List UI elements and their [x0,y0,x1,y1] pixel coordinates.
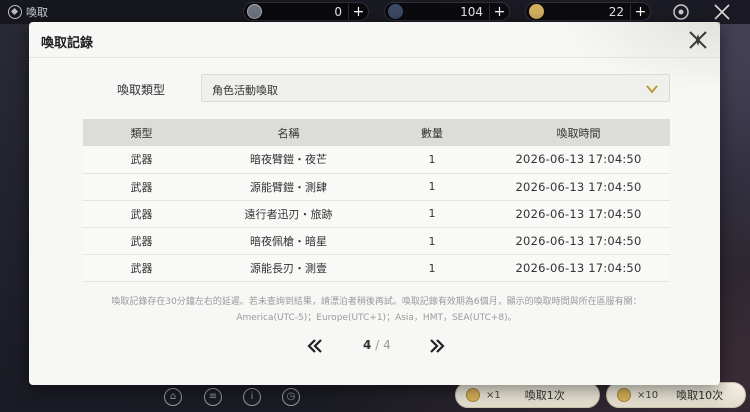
total-pages: 4 [383,338,391,352]
header-time: 喚取時間 [487,119,670,146]
draw-once-label: 喚取1次 [524,389,565,402]
table-header-row: 類型 名稱 數量 喚取時間 [83,119,670,146]
screen-title-text: 喚取 [26,6,48,19]
resource-pass: 0 + [243,2,369,21]
resource-coin-value: 22 [608,4,624,19]
history-table: 類型 名稱 數量 喚取時間 武器 暗夜臂鎧・夜芒 1 2026-06-13 17… [83,119,670,283]
exit-icon[interactable] [712,2,732,22]
previous-page-button[interactable] [304,336,326,356]
header-quantity: 數量 [377,119,487,146]
header-type: 類型 [83,119,200,146]
cell-quantity: 1 [377,254,487,283]
cell-name: 源能長刃・測壹 [200,254,377,283]
close-button[interactable] [686,28,710,52]
modal-title: 喚取記錄 [41,36,94,51]
draw-type-dropdown[interactable]: 角色活動喚取 [201,74,670,102]
cell-name: 暗夜臂鎧・夜芒 [200,146,377,174]
filter-label: 喚取類型 [117,83,166,97]
page-separator: / [375,338,380,352]
double-chevron-right-icon [430,339,445,353]
draw-ten-cost: ×10 [637,389,659,401]
table-row: 武器 遠行者迅刃・旅跡 1 2026-06-13 17:04:50 [83,200,670,229]
cell-time: 2026-06-13 17:04:50 [487,146,670,174]
coin-icon [529,4,544,19]
modal-header: 喚取記錄 [29,22,720,58]
cell-name: 源能臂鎧・測肆 [200,173,377,201]
resource-coin: 22 + [525,2,651,21]
next-page-button[interactable] [426,336,448,356]
draw-history-modal: 喚取記錄 喚取類型 角色活動喚取 類型 名稱 數量 喚取時間 武器 暗夜臂鎧・夜… [29,22,720,385]
cell-type: 武器 [83,200,200,229]
add-pass-button[interactable]: + [348,3,368,20]
current-page: 4 [363,338,372,352]
details-icon[interactable]: ≡ [204,388,222,406]
pass-icon [247,4,262,19]
settings-icon[interactable] [671,2,691,22]
top-bar: 喚取 0 + 104 + 22 + [0,0,750,24]
cell-type: 武器 [83,173,200,201]
table-row: 武器 源能長刃・測壹 1 2026-06-13 17:04:50 [83,254,670,283]
add-coin-button[interactable]: + [630,3,650,20]
game-logo-icon [8,5,22,19]
chevron-down-icon [646,85,658,94]
header-name: 名稱 [200,119,377,146]
page-indicator: 4 / 4 [363,338,391,352]
close-icon [689,31,707,49]
history-notice: 喚取記錄存在30分鐘左右的延遲。若未查詢到結果，請漂泊者稍後再試。喚取記錄有效期… [83,294,670,326]
draw-type-selected: 角色活動喚取 [212,84,278,97]
coin-icon [466,388,480,402]
cell-name: 遠行者迅刃・旅跡 [200,200,377,229]
cell-quantity: 1 [377,200,487,229]
pagination: 4 / 4 [29,336,720,356]
add-star-crystal-button[interactable]: + [489,3,509,20]
table-row: 武器 暗夜佩槍・暗星 1 2026-06-13 17:04:50 [83,227,670,256]
cell-quantity: 1 [377,227,487,256]
cell-time: 2026-06-13 17:04:50 [487,254,670,283]
coin-icon [617,388,631,402]
info-icon[interactable]: i [243,388,261,406]
history-icon[interactable]: ◷ [282,388,300,406]
cell-quantity: 1 [377,173,487,201]
resource-star-crystal: 104 + [384,2,510,21]
cell-time: 2026-06-13 17:04:50 [487,227,670,256]
notice-line-2: America(UTC-5)；Europe(UTC+1)；Asia，HMT，SE… [236,313,517,323]
cell-type: 武器 [83,227,200,256]
draw-ten-label: 喚取10次 [676,389,724,402]
resource-pass-value: 0 [334,4,342,19]
double-chevron-left-icon [307,339,322,353]
shop-icon[interactable]: ⌂ [164,388,182,406]
table-row: 武器 暗夜臂鎧・夜芒 1 2026-06-13 17:04:50 [83,146,670,174]
cell-time: 2026-06-13 17:04:50 [487,173,670,201]
star-crystal-icon [388,4,403,19]
cell-quantity: 1 [377,146,487,174]
cell-type: 武器 [83,254,200,283]
resource-star-crystal-value: 104 [460,4,483,19]
notice-line-1: 喚取記錄存在30分鐘左右的延遲。若未查詢到結果，請漂泊者稍後再試。喚取記錄有效期… [111,297,642,307]
draw-once-button[interactable]: ×1 喚取1次 [455,382,600,408]
cell-name: 暗夜佩槍・暗星 [200,227,377,256]
draw-once-cost: ×1 [486,389,501,401]
screen-title: 喚取 [8,4,48,20]
table-row: 武器 源能臂鎧・測肆 1 2026-06-13 17:04:50 [83,173,670,201]
cell-time: 2026-06-13 17:04:50 [487,200,670,229]
draw-type-filter: 喚取類型 角色活動喚取 [29,74,720,102]
cell-type: 武器 [83,146,200,174]
draw-ten-button[interactable]: ×10 喚取10次 [606,382,746,408]
